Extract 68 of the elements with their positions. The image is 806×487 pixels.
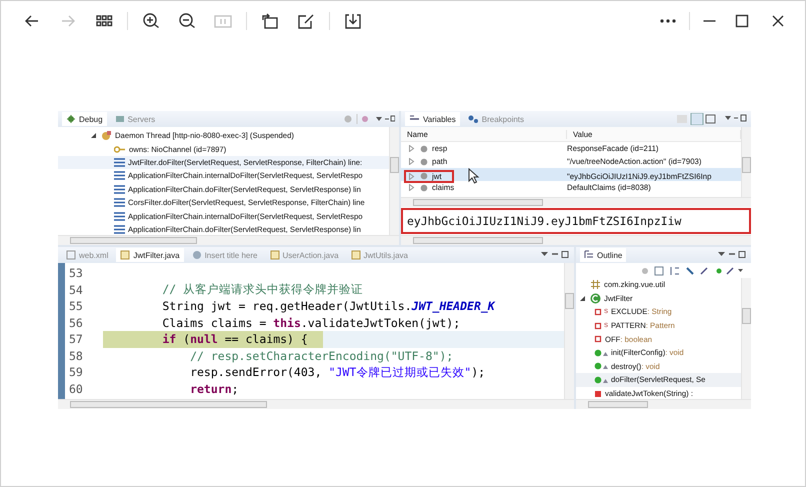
xml-file-icon bbox=[66, 250, 76, 260]
horizontal-scrollbar[interactable] bbox=[576, 399, 751, 409]
debug-toolbar-icon[interactable] bbox=[343, 114, 395, 124]
code-line: // 从客户端请求头中获得令牌并验证 bbox=[161, 282, 364, 298]
variables-toolbar-icon[interactable] bbox=[677, 113, 747, 125]
horizontal-scrollbar[interactable] bbox=[58, 235, 399, 245]
line-number: 57 bbox=[68, 332, 84, 346]
detail-value-field[interactable]: eyJhbGciOiJIUzI1NiJ9.eyJ1bmFtZSI6InpzIiw bbox=[401, 208, 751, 234]
expanded-arrow-icon[interactable] bbox=[90, 132, 97, 140]
globe-icon bbox=[192, 250, 202, 260]
line-number: 58 bbox=[68, 348, 84, 363]
key-icon bbox=[114, 144, 126, 154]
public-method-icon bbox=[594, 376, 608, 384]
line-number: 56 bbox=[68, 316, 84, 330]
class-icon bbox=[590, 292, 601, 304]
code-line: Claims claims = this.validateJwtToken(jwt); bbox=[161, 316, 460, 330]
stack-frame-icon bbox=[114, 158, 125, 167]
view-tab[interactable]: Variables bbox=[405, 112, 460, 126]
line-number: 53 bbox=[68, 266, 84, 280]
vertical-scrollbar[interactable] bbox=[564, 263, 574, 399]
minimize-icon bbox=[703, 20, 716, 22]
code-line: if (null == claims) { bbox=[161, 332, 308, 346]
stack-frame-icon bbox=[114, 224, 125, 234]
public-method-icon bbox=[594, 362, 608, 370]
stack-frame-icon bbox=[114, 184, 125, 194]
java-file-icon bbox=[120, 250, 130, 260]
expanded-arrow-icon[interactable] bbox=[579, 294, 586, 302]
mouse-cursor-icon bbox=[468, 168, 480, 184]
vertical-scrollbar[interactable] bbox=[741, 127, 751, 197]
private-method-icon bbox=[594, 390, 602, 398]
server-icon bbox=[114, 114, 125, 124]
horizontal-scrollbar[interactable] bbox=[401, 235, 751, 245]
horizontal-scrollbar[interactable] bbox=[58, 399, 574, 409]
download-icon bbox=[343, 11, 363, 31]
line-number: 55 bbox=[68, 299, 84, 314]
vertical-scrollbar[interactable] bbox=[389, 127, 399, 235]
vertical-scrollbar[interactable] bbox=[741, 278, 751, 399]
code-line: // resp.setCharacterEncoding("UTF-8"); bbox=[189, 348, 454, 363]
package-icon bbox=[590, 279, 601, 290]
static-modifier: S bbox=[604, 308, 608, 315]
stack-frame-icon bbox=[114, 212, 125, 221]
horizontal-scrollbar[interactable] bbox=[401, 197, 751, 207]
line-number: 59 bbox=[68, 365, 84, 380]
stack-frame-icon bbox=[114, 198, 125, 208]
view-menu-icon[interactable] bbox=[540, 250, 570, 260]
static-modifier: S bbox=[604, 322, 608, 329]
view-menu-icon[interactable] bbox=[717, 250, 747, 260]
rotate-icon bbox=[260, 11, 280, 31]
java-file-icon bbox=[270, 250, 280, 260]
java-file-icon bbox=[350, 250, 361, 260]
stack-frame-icon bbox=[114, 171, 125, 180]
line-number: 60 bbox=[68, 382, 84, 396]
code-line: return; bbox=[189, 382, 239, 396]
zoom-out-icon bbox=[177, 11, 197, 31]
view-tab[interactable]: Debug bbox=[62, 112, 107, 126]
code-line: resp.sendError(403, "JWT令牌已过期或已失效"); bbox=[189, 364, 486, 380]
line-number: 54 bbox=[68, 282, 84, 297]
more-icon bbox=[660, 19, 676, 23]
outline-icon bbox=[584, 250, 594, 260]
editor-tab[interactable]: JwtFilter.java bbox=[116, 248, 184, 262]
thread-icon bbox=[101, 130, 112, 142]
view-tab[interactable]: Outline bbox=[580, 248, 626, 262]
outline-toolbar-icon[interactable] bbox=[641, 266, 743, 276]
bug-icon bbox=[66, 114, 76, 124]
code-line: String jwt = req.getHeader(JwtUtils.JWT_HEADER_K bbox=[161, 299, 495, 314]
public-method-icon bbox=[594, 348, 608, 357]
zoom-in-icon bbox=[141, 11, 161, 31]
breakpoint-icon bbox=[468, 114, 479, 124]
